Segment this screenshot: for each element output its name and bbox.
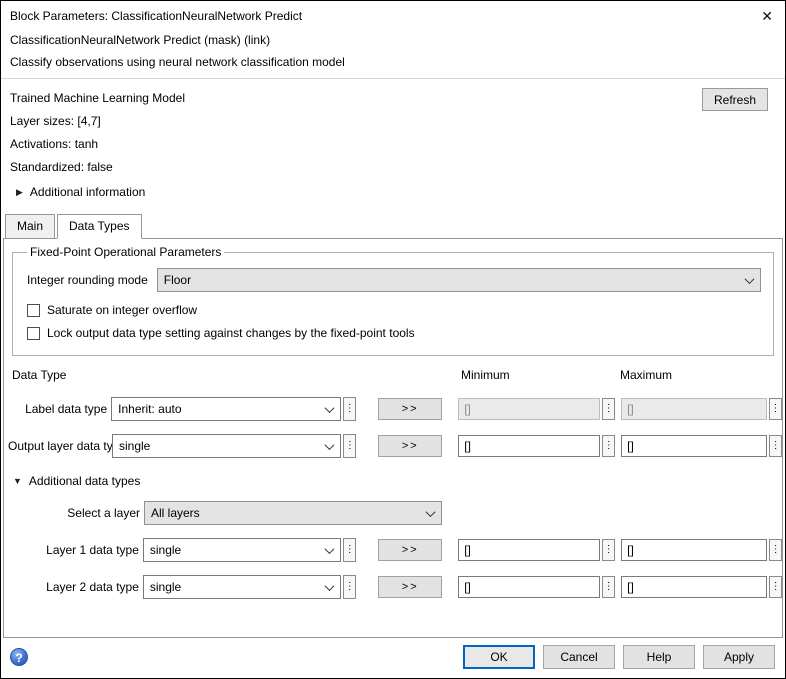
output-layer-data-type-value: single [119, 439, 150, 453]
maximum-header: Maximum [620, 368, 672, 382]
tab-data-types[interactable]: Data Types [57, 214, 141, 239]
additional-information-label: Additional information [30, 185, 145, 199]
block-parameters-dialog: Block Parameters: ClassificationNeuralNe… [0, 0, 786, 679]
layer2-data-type-row: Layer 2 data type single ⋮ >> [] ⋮ [] ⋮ [8, 575, 782, 599]
more-options-button[interactable]: ⋮ [343, 575, 356, 599]
layer2-minimum-field[interactable]: [] [458, 576, 600, 598]
label-minimum-field: [] [458, 398, 600, 420]
select-layer-value: All layers [151, 506, 200, 520]
lock-checkbox[interactable] [27, 327, 40, 340]
layer2-data-type-label: Layer 2 data type [8, 580, 139, 594]
layer1-maximum-field[interactable]: [] [621, 539, 767, 561]
layer2-maximum-field[interactable]: [] [621, 576, 767, 598]
title-bar: Block Parameters: ClassificationNeuralNe… [1, 1, 785, 31]
chevron-down-icon [325, 403, 335, 413]
more-options-button[interactable]: ⋮ [769, 576, 782, 598]
dialog-footer: ? OK Cancel Help Apply [1, 638, 785, 678]
label-maximum-field: [] [621, 398, 767, 420]
select-layer-row: Select a layer All layers [8, 501, 782, 525]
label-data-type-row: Label data type Inherit: auto ⋮ >> [] ⋮ … [8, 397, 782, 421]
select-layer-label: Select a layer [8, 506, 140, 520]
layer-sizes-text: Layer sizes: [4,7] [10, 113, 775, 129]
disclosure-collapsed-arrow-icon: ▶ [16, 187, 23, 198]
close-icon[interactable]: ✕ [761, 9, 773, 23]
minimum-header: Minimum [461, 368, 510, 382]
label-data-type-label: Label data type [8, 402, 107, 416]
integer-rounding-dropdown[interactable]: Floor [157, 268, 761, 292]
footer-buttons: OK Cancel Help Apply [463, 645, 775, 669]
more-options-button[interactable]: ⋮ [602, 539, 615, 561]
data-type-assistant-button[interactable]: >> [378, 576, 442, 598]
additional-data-types-label: Additional data types [29, 474, 140, 488]
saturate-row: Saturate on integer overflow [27, 303, 761, 317]
cancel-button[interactable]: Cancel [543, 645, 615, 669]
mask-header: ClassificationNeuralNetwork Predict (mas… [1, 31, 785, 79]
chevron-down-icon [745, 274, 755, 284]
data-type-column-headers: Data Type Minimum Maximum [4, 368, 782, 384]
data-type-assistant-button[interactable]: >> [378, 398, 442, 420]
chevron-down-icon [426, 507, 436, 517]
lock-row: Lock output data type setting against ch… [27, 326, 761, 340]
data-type-assistant-button[interactable]: >> [378, 539, 442, 561]
disclosure-expanded-arrow-icon: ▼ [13, 476, 22, 486]
chevron-down-icon [325, 544, 335, 554]
output-layer-data-type-dropdown[interactable]: single [112, 434, 341, 458]
integer-rounding-row: Integer rounding mode Floor [27, 268, 761, 292]
mask-title: ClassificationNeuralNetwork Predict (mas… [10, 33, 775, 47]
fixed-point-legend: Fixed-Point Operational Parameters [27, 245, 224, 259]
data-types-tab-panel: Fixed-Point Operational Parameters Integ… [3, 238, 783, 638]
model-section-title: Trained Machine Learning Model [10, 90, 775, 106]
output-layer-data-type-row: Output layer data type single ⋮ >> [] ⋮ … [8, 434, 782, 458]
more-options-button[interactable]: ⋮ [343, 434, 356, 458]
additional-information-disclosure[interactable]: ▶ Additional information [16, 185, 775, 199]
tab-strip: Main Data Types [1, 214, 785, 239]
layer1-data-type-row: Layer 1 data type single ⋮ >> [] ⋮ [] ⋮ [8, 538, 782, 562]
model-info-section: Trained Machine Learning Model Refresh L… [1, 79, 785, 205]
select-layer-dropdown[interactable]: All layers [144, 501, 442, 525]
more-options-button[interactable]: ⋮ [602, 435, 615, 457]
standardized-text: Standardized: false [10, 159, 775, 175]
chevron-down-icon [325, 440, 335, 450]
layer2-data-type-dropdown[interactable]: single [143, 575, 341, 599]
tab-main[interactable]: Main [5, 214, 55, 239]
more-options-button[interactable]: ⋮ [343, 397, 356, 421]
output-minimum-field[interactable]: [] [458, 435, 600, 457]
integer-rounding-label: Integer rounding mode [27, 273, 148, 287]
more-options-button[interactable]: ⋮ [769, 539, 782, 561]
more-options-button[interactable]: ⋮ [602, 398, 615, 420]
saturate-label: Saturate on integer overflow [47, 303, 197, 317]
layer1-data-type-value: single [150, 543, 181, 557]
chevron-down-icon [325, 581, 335, 591]
ok-button[interactable]: OK [463, 645, 535, 669]
fixed-point-group: Fixed-Point Operational Parameters Integ… [12, 245, 774, 356]
window-title: Block Parameters: ClassificationNeuralNe… [10, 9, 302, 23]
data-type-title: Data Type [12, 368, 66, 382]
label-data-type-value: Inherit: auto [118, 402, 181, 416]
output-maximum-field[interactable]: [] [621, 435, 767, 457]
lock-label: Lock output data type setting against ch… [47, 326, 415, 340]
more-options-button[interactable]: ⋮ [769, 435, 782, 457]
layer1-minimum-field[interactable]: [] [458, 539, 600, 561]
activations-text: Activations: tanh [10, 136, 775, 152]
layer1-data-type-dropdown[interactable]: single [143, 538, 341, 562]
mask-description: Classify observations using neural netwo… [10, 55, 775, 69]
label-data-type-dropdown[interactable]: Inherit: auto [111, 397, 341, 421]
more-options-button[interactable]: ⋮ [769, 398, 782, 420]
more-options-button[interactable]: ⋮ [602, 576, 615, 598]
integer-rounding-value: Floor [164, 273, 191, 287]
layer2-data-type-value: single [150, 580, 181, 594]
help-icon[interactable]: ? [10, 648, 28, 666]
refresh-button[interactable]: Refresh [702, 88, 768, 111]
help-button[interactable]: Help [623, 645, 695, 669]
layer1-data-type-label: Layer 1 data type [8, 543, 139, 557]
additional-data-types-disclosure[interactable]: ▼ Additional data types [13, 474, 782, 488]
apply-button[interactable]: Apply [703, 645, 775, 669]
saturate-checkbox[interactable] [27, 304, 40, 317]
output-layer-data-type-label: Output layer data type [8, 439, 108, 453]
more-options-button[interactable]: ⋮ [343, 538, 356, 562]
data-type-assistant-button[interactable]: >> [378, 435, 442, 457]
